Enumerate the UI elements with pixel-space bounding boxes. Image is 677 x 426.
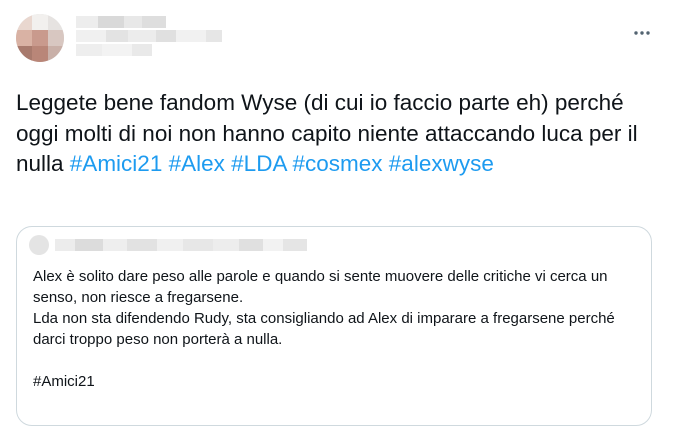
quoted-author-redacted [29, 235, 329, 263]
quoted-tweet-text: Alex è solito dare peso alle parole e qu… [33, 268, 615, 390]
hashtag-link[interactable]: #Alex [169, 151, 225, 176]
hashtag-link[interactable]: #LDA [231, 151, 286, 176]
hashtag-link[interactable]: #alexwyse [389, 151, 494, 176]
more-options-button[interactable] [629, 20, 655, 46]
quoted-tweet[interactable]: Alex è solito dare peso alle parole e qu… [16, 226, 652, 426]
tweet-header [16, 14, 661, 66]
avatar[interactable] [16, 14, 64, 62]
tweet: Leggete bene fandom Wyse (di cui io facc… [0, 0, 677, 426]
more-horizontal-icon [634, 31, 650, 35]
hashtag-link[interactable]: #cosmex [292, 151, 382, 176]
hashtag-link[interactable]: #Amici21 [70, 151, 163, 176]
tweet-text: Leggete bene fandom Wyse (di cui io facc… [16, 88, 656, 180]
author-name-redacted[interactable] [76, 14, 226, 62]
